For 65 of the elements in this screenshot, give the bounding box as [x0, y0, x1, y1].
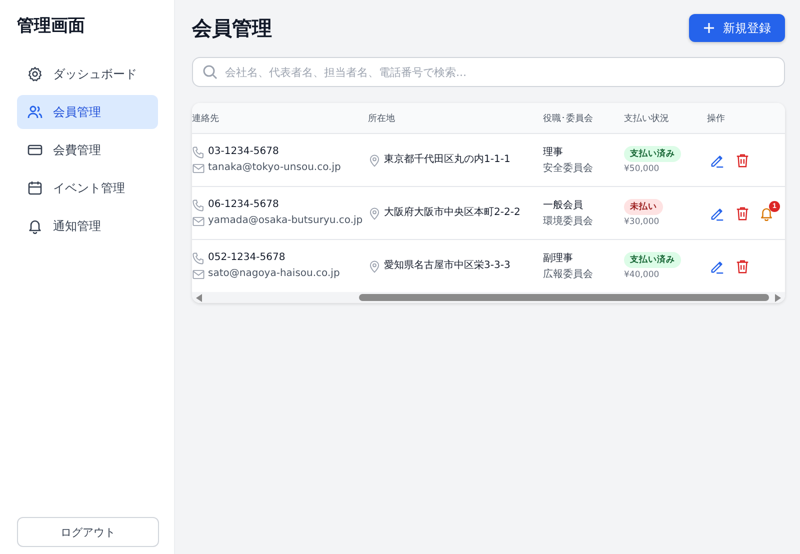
- address-text: 東京都千代田区丸の内1-1-1: [384, 152, 510, 167]
- email-address: sato@nagoya-haisou.co.jp: [208, 267, 340, 281]
- committee-text: 広報委員会: [543, 268, 593, 281]
- amount-text: ¥50,000: [624, 164, 660, 174]
- bell-icon: [759, 206, 774, 220]
- payment-status-badge: 支払い済み: [624, 252, 681, 268]
- pencil-icon: [710, 152, 725, 168]
- page-title: 会員管理: [192, 14, 272, 42]
- phone-icon: [192, 198, 205, 212]
- column-header: 操作: [707, 112, 726, 124]
- pencil-icon: [710, 206, 725, 220]
- logout-button[interactable]: ログアウト: [17, 517, 159, 547]
- committee-text: 環境委員会: [543, 214, 593, 228]
- location-pin-icon: [368, 260, 381, 272]
- position-text: 理事: [543, 146, 563, 159]
- location-pin-icon: [368, 154, 381, 166]
- email-address: tanaka@tokyo-unsou.co.jp: [208, 161, 341, 175]
- column-header: 役職･委員会: [543, 112, 594, 124]
- pencil-icon: [710, 258, 725, 274]
- position-text: 一般会員: [543, 199, 583, 212]
- payment-status-badge: 支払い済み: [624, 146, 681, 162]
- trash-icon: [735, 152, 750, 168]
- sidebar-item[interactable]: 会員管理: [17, 95, 158, 129]
- email-address: yamada@osaka-butsuryu.co.jp: [208, 214, 363, 228]
- scroll-left-icon[interactable]: [196, 294, 202, 302]
- amount-text: ¥40,000: [624, 270, 660, 280]
- position-text: 副理事: [543, 252, 573, 265]
- mail-icon: [192, 162, 205, 174]
- column-header: 所在地: [368, 112, 396, 124]
- committee-text: 安全委員会: [543, 162, 593, 175]
- trash-icon: [735, 206, 750, 220]
- new-registration-button[interactable]: 新規登録: [689, 14, 785, 42]
- gear-icon: [27, 66, 43, 82]
- location-pin-icon: [368, 206, 381, 220]
- amount-text: ¥30,000: [624, 217, 660, 227]
- phone-number: 06-1234-5678: [208, 198, 279, 212]
- address-text: 愛知県名古屋市中区栄3-3-3: [384, 258, 510, 273]
- sidebar-item[interactable]: イベント管理: [17, 171, 158, 205]
- mail-icon: [192, 214, 205, 228]
- sidebar-item[interactable]: 会費管理: [17, 133, 158, 167]
- phone-number: 052-1234-5678: [208, 251, 286, 265]
- phone-icon: [192, 146, 205, 158]
- address-text: 大阪府大阪市中央区本町2-2-2: [384, 206, 520, 220]
- plus-icon: [703, 22, 715, 34]
- delete-button[interactable]: [734, 152, 751, 168]
- credit-card-icon: [27, 142, 43, 158]
- column-header: 支払い状況: [624, 112, 670, 124]
- bell-icon: [27, 218, 43, 234]
- delete-button[interactable]: [734, 258, 751, 274]
- phone-number: 03-1234-5678: [208, 145, 279, 159]
- horizontal-scrollbar[interactable]: [192, 292, 785, 303]
- delete-button[interactable]: [734, 204, 751, 222]
- app-title: 管理画面: [17, 15, 86, 37]
- scrollbar-thumb[interactable]: [359, 294, 769, 301]
- users-icon: [27, 104, 43, 120]
- phone-icon: [192, 252, 205, 264]
- calendar-icon: [27, 180, 43, 196]
- sidebar-item[interactable]: ダッシュボード: [17, 57, 158, 91]
- search-field[interactable]: 会社名、代表者名、担当者名、電話番号で検索...: [192, 57, 785, 87]
- trash-icon: [735, 258, 750, 274]
- column-header: 連絡先: [192, 112, 220, 124]
- payment-status-badge: 未払い: [624, 199, 663, 215]
- scroll-right-icon[interactable]: [775, 294, 781, 302]
- sidebar-item[interactable]: 通知管理: [17, 209, 158, 243]
- mail-icon: [192, 268, 205, 280]
